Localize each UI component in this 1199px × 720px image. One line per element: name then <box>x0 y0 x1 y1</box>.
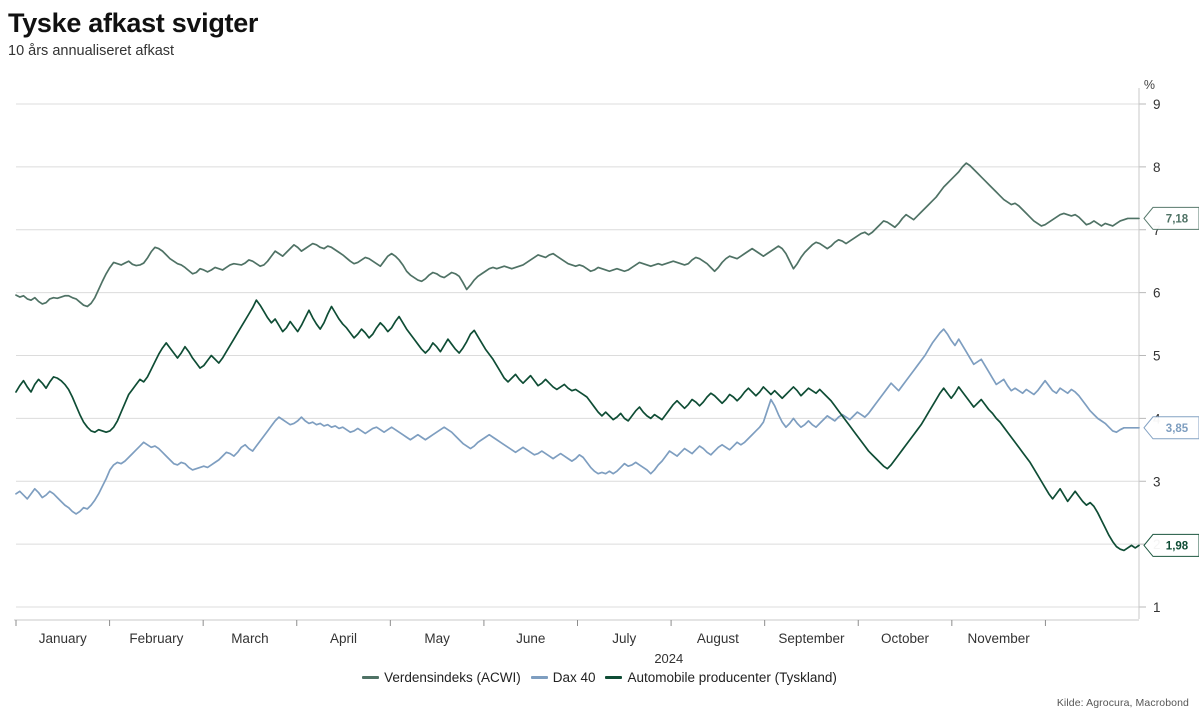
series-line <box>15 328 1140 515</box>
legend-swatch-icon <box>605 676 623 679</box>
x-axis-month-label: March <box>231 631 269 646</box>
legend-label: Dax 40 <box>552 670 596 685</box>
series-line <box>15 162 1140 308</box>
x-axis-month-label: January <box>39 631 87 646</box>
chart-legend: Verdensindeks (ACWI) Dax 40 Automobile pro… <box>0 670 1199 685</box>
y-axis-tick-label: 8 <box>1153 160 1161 175</box>
series-line <box>15 299 1140 552</box>
value-callout: 1,98 <box>1143 533 1199 557</box>
legend-label: Automobile producenter (Tyskland) <box>627 670 837 685</box>
line-chart-svg: 123456789JanuaryFebruaryMarchAprilMayJun… <box>14 88 1199 666</box>
legend-label: Verdensindeks (ACWI) <box>384 670 521 685</box>
chart-container: Tyske afkast svigter 10 års annualiseret… <box>0 0 1199 720</box>
legend-item[interactable]: Verdensindeks (ACWI) <box>362 670 521 685</box>
x-axis-month-label: February <box>129 631 183 646</box>
callout-value: 1,98 <box>1166 540 1189 552</box>
x-axis-month-label: August <box>697 631 739 646</box>
x-axis-month-label: October <box>881 631 930 646</box>
legend-item[interactable]: Dax 40 <box>530 670 596 685</box>
legend-swatch-icon <box>362 676 380 679</box>
y-axis-tick-label: 6 <box>1153 286 1161 301</box>
y-axis-tick-label: 5 <box>1153 349 1161 364</box>
callout-value: 7,18 <box>1166 213 1189 225</box>
y-axis-tick-label: 1 <box>1153 600 1161 615</box>
x-axis-month-label: June <box>516 631 545 646</box>
x-axis-month-label: May <box>424 631 450 646</box>
x-axis-year-label: 2024 <box>654 651 683 666</box>
x-axis-month-label: September <box>778 631 845 646</box>
legend-item[interactable]: Automobile producenter (Tyskland) <box>605 670 837 685</box>
source-note: Kilde: Agrocura, Macrobond <box>1056 697 1189 709</box>
value-callout: 7,18 <box>1143 206 1199 230</box>
y-axis-tick-label: 3 <box>1153 474 1161 489</box>
legend-swatch-icon <box>530 676 548 679</box>
x-axis-month-label: November <box>967 631 1030 646</box>
x-axis-month-label: July <box>612 631 636 646</box>
callout-value: 3,85 <box>1166 423 1189 435</box>
x-axis-month-label: April <box>330 631 357 646</box>
y-axis-tick-label: 9 <box>1153 97 1161 112</box>
value-callout: 3,85 <box>1143 416 1199 440</box>
